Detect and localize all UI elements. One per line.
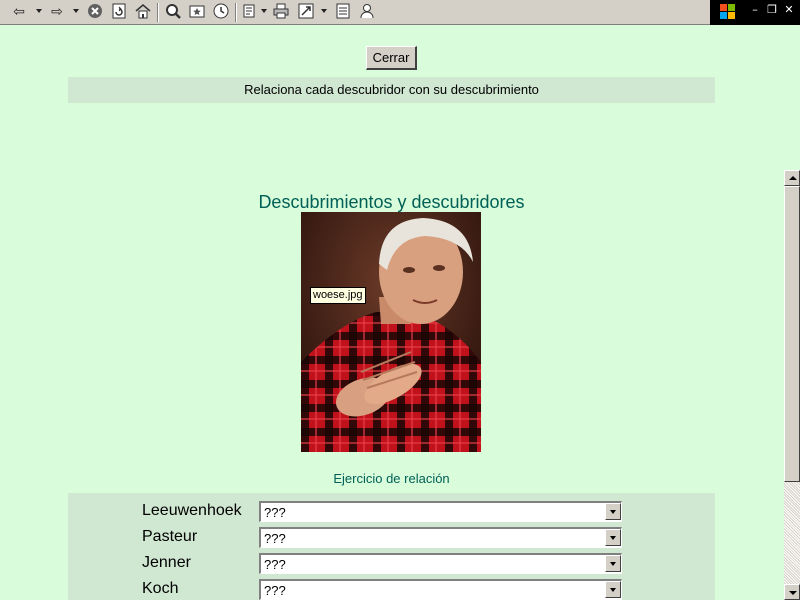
select-value: ??? [264,557,286,572]
history-icon[interactable] [212,3,230,21]
match-select[interactable]: ??? [259,579,622,600]
page-icon[interactable] [334,3,352,21]
close-button[interactable]: Cerrar [366,46,417,70]
back-icon[interactable]: ⇦ [10,3,28,21]
match-select[interactable]: ??? [259,553,622,574]
chevron-down-icon[interactable] [605,581,621,598]
forward-icon[interactable]: ⇨ [48,3,66,21]
scroll-down-icon[interactable] [784,584,800,600]
select-value: ??? [264,583,286,598]
print-icon[interactable] [272,3,290,21]
back-dropdown-icon[interactable] [36,9,42,13]
refresh-icon[interactable] [110,3,128,21]
exercise-label: Ejercicio de relación [333,471,450,486]
page-title: Descubrimientos y descubridores [258,192,525,212]
select-value: ??? [264,531,286,546]
instruction-bar: Relaciona cada descubridor con su descub… [68,77,715,103]
select-value: ??? [264,505,286,520]
match-select[interactable]: ??? [259,501,622,522]
edit-icon[interactable] [242,3,260,21]
edit-dropdown-icon[interactable] [261,9,267,13]
scrollbar-thumb[interactable] [784,186,800,482]
stop-icon[interactable] [86,3,104,21]
restore-icon[interactable]: ❐ [765,2,779,18]
toolbar-separator [157,3,159,22]
portrait-image [301,212,481,452]
vertical-scrollbar[interactable] [784,170,800,600]
match-select[interactable]: ??? [259,527,622,548]
fullscreen-icon[interactable] [297,3,315,21]
chevron-down-icon[interactable] [605,503,621,520]
chevron-down-icon[interactable] [605,529,621,546]
row-label: Pasteur [142,528,198,545]
scroll-up-icon[interactable] [784,170,800,186]
chevron-down-icon[interactable] [605,555,621,572]
image-tooltip: woese.jpg [310,287,366,304]
minimize-icon[interactable]: – [748,2,762,18]
search-icon[interactable] [164,3,182,21]
row-label: Leeuwenhoek [142,502,242,519]
home-icon[interactable] [134,3,152,21]
fullscreen-dropdown-icon[interactable] [321,9,327,13]
row-label: Koch [142,580,179,597]
row-label: Jenner [142,554,191,571]
favorites-icon[interactable] [188,3,206,21]
window-controls: – ❐ ✕ [710,0,800,25]
user-icon[interactable] [358,3,376,21]
forward-dropdown-icon[interactable] [73,9,79,13]
browser-toolbar: ⇦ ⇨ – ❐ ✕ [0,0,800,25]
toolbar-separator [235,3,237,22]
windows-logo-icon [720,4,736,20]
close-window-icon[interactable]: ✕ [782,2,796,18]
